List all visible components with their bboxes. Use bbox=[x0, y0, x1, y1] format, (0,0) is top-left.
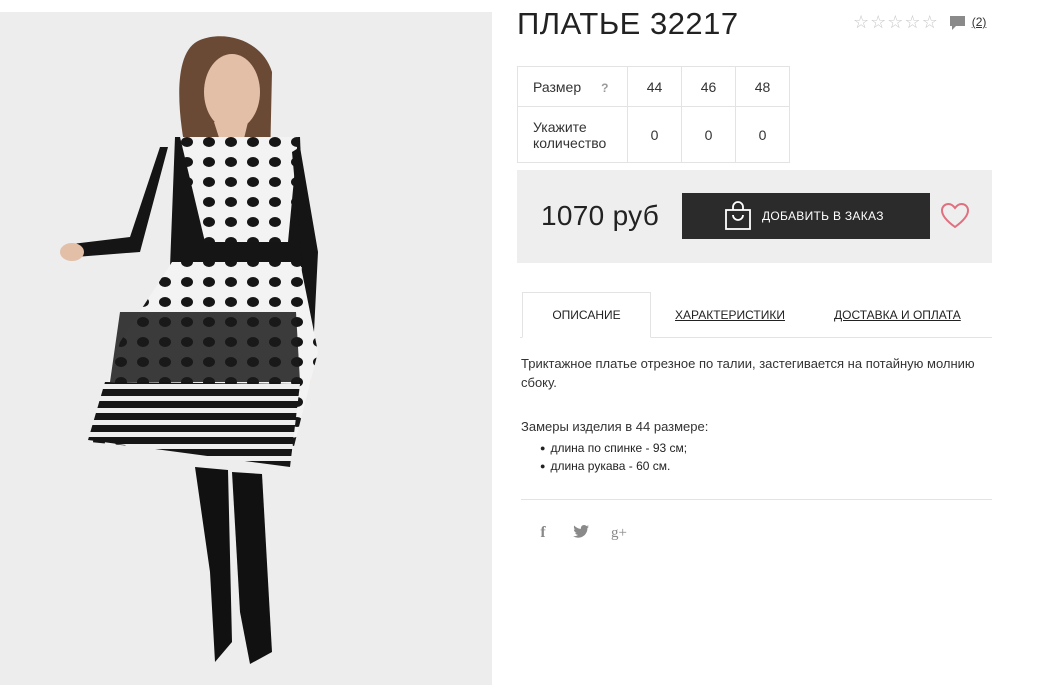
size-help-icon[interactable]: ? bbox=[601, 81, 608, 95]
google-plus-icon[interactable]: g+ bbox=[610, 525, 628, 542]
heart-icon[interactable] bbox=[940, 202, 970, 230]
add-to-order-button[interactable]: ДОБАВИТЬ В ЗАКАЗ bbox=[682, 193, 930, 239]
twitter-icon[interactable] bbox=[572, 524, 590, 542]
rating-stars[interactable]: ☆ ☆ ☆ ☆ ☆ bbox=[853, 13, 938, 31]
star-icon[interactable]: ☆ bbox=[853, 13, 869, 31]
tab-characteristics[interactable]: ХАРАКТЕРИСТИКИ bbox=[675, 308, 785, 322]
measure-title: Замеры изделия в 44 размере: bbox=[521, 419, 709, 434]
size-label: Размер bbox=[533, 78, 582, 95]
size-44[interactable]: 44 bbox=[627, 66, 682, 107]
tab-delivery-payment[interactable]: ДОСТАВКА И ОПЛАТА bbox=[834, 308, 961, 322]
tab-description[interactable]: ОПИСАНИЕ bbox=[522, 292, 651, 338]
buy-box: 1070 руб ДОБАВИТЬ В ЗАКАЗ bbox=[517, 170, 992, 263]
list-item: длина рукава - 60 см. bbox=[540, 458, 687, 476]
social-share: f g+ bbox=[534, 524, 628, 542]
product-photo[interactable] bbox=[0, 12, 492, 685]
shopping-bag-icon bbox=[725, 201, 751, 230]
list-item: длина по спинке - 93 см; bbox=[540, 440, 687, 458]
quantity-label-line1: Укажите bbox=[533, 118, 587, 135]
size-row: Размер? 44 46 48 bbox=[517, 66, 790, 107]
product-tabs: ОПИСАНИЕ ХАРАКТЕРИСТИКИ ДОСТАВКА И ОПЛАТ… bbox=[520, 292, 992, 338]
quantity-input-48[interactable]: 0 bbox=[735, 106, 790, 163]
size-48[interactable]: 48 bbox=[735, 66, 790, 107]
product-title: ПЛАТЬЕ 32217 bbox=[517, 6, 739, 41]
star-icon[interactable]: ☆ bbox=[870, 13, 886, 31]
star-icon[interactable]: ☆ bbox=[887, 13, 903, 31]
quantity-label: Укажите количество bbox=[517, 106, 628, 163]
quantity-input-46[interactable]: 0 bbox=[681, 106, 736, 163]
review-count-link[interactable]: (2) bbox=[972, 15, 987, 29]
facebook-icon[interactable]: f bbox=[534, 524, 552, 542]
rating: ☆ ☆ ☆ ☆ ☆ (2) bbox=[853, 13, 986, 31]
size-label-cell: Размер? bbox=[517, 66, 628, 107]
quantity-row: Укажите количество 0 0 0 bbox=[517, 106, 790, 163]
description-text: Триктажное платье отрезное по талии, зас… bbox=[521, 356, 975, 390]
star-icon[interactable]: ☆ bbox=[904, 13, 920, 31]
quantity-label-line2: количество bbox=[533, 134, 607, 151]
size-46[interactable]: 46 bbox=[681, 66, 736, 107]
measure-list: длина по спинке - 93 см; длина рукава - … bbox=[540, 440, 687, 476]
add-to-order-label: ДОБАВИТЬ В ЗАКАЗ bbox=[762, 209, 884, 223]
comment-icon[interactable] bbox=[949, 14, 966, 31]
divider bbox=[521, 499, 992, 500]
size-table: Размер? 44 46 48 Укажите количество 0 0 … bbox=[517, 66, 790, 163]
price: 1070 руб bbox=[541, 200, 660, 231]
star-icon[interactable]: ☆ bbox=[922, 13, 938, 31]
quantity-input-44[interactable]: 0 bbox=[627, 106, 682, 163]
